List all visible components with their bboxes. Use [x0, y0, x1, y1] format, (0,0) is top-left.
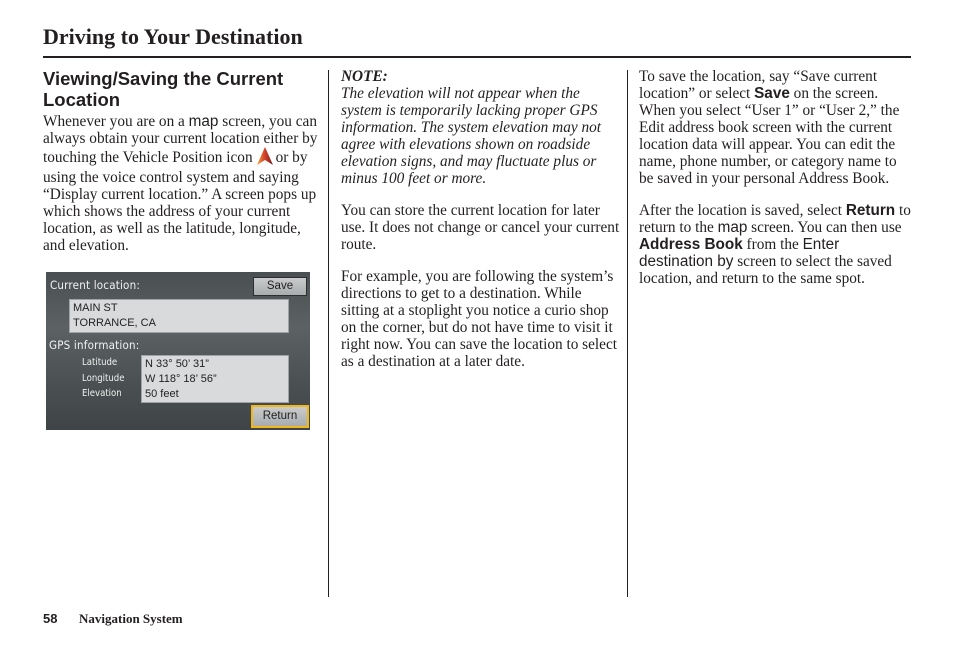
note: NOTE: The elevation will not appear when…	[341, 68, 621, 187]
address-line-1: MAIN ST	[73, 302, 118, 314]
column-divider	[328, 70, 329, 597]
text: from the	[742, 236, 803, 253]
intro-paragraph: Whenever you are on a map screen, you ca…	[43, 113, 318, 254]
gps-values-box: N 33° 50’ 31” W 118° 18’ 56” 50 feet	[141, 355, 289, 403]
elevation-value: 50 feet	[145, 388, 179, 400]
footer-section: Navigation System	[79, 611, 183, 626]
vehicle-position-icon	[256, 147, 273, 169]
elevation-label: Elevation	[82, 388, 122, 399]
save-button[interactable]: Save	[253, 277, 307, 296]
return-term: Return	[845, 202, 896, 219]
paragraph: For example, you are following the syste…	[341, 268, 617, 370]
text: screen. You can then use	[747, 219, 902, 236]
text: After the location is saved, select	[639, 202, 846, 219]
paragraph: After the location is saved, select Retu…	[639, 202, 911, 287]
paragraph: You can store the current location for l…	[341, 202, 620, 253]
address-book-term: Address Book	[639, 236, 743, 253]
column-1: Viewing/Saving the Current Location When…	[43, 68, 318, 269]
text: Whenever you are on a	[43, 113, 189, 130]
section-title: Viewing/Saving the Current Location	[43, 68, 284, 110]
longitude-value: W 118° 18’ 56”	[145, 373, 217, 385]
map-term: map	[188, 113, 219, 130]
map-term: map	[717, 219, 748, 236]
longitude-label: Longitude	[82, 373, 125, 384]
title-rule	[43, 56, 911, 58]
latitude-value: N 33° 50’ 31”	[145, 358, 209, 370]
page-title: Driving to Your Destination	[43, 24, 303, 49]
latitude-label: Latitude	[82, 357, 118, 368]
column-divider	[627, 70, 628, 597]
gps-information-label: GPS information:	[49, 338, 140, 352]
column-3: To save the location, say “Save current …	[639, 68, 911, 302]
column-2: NOTE: The elevation will not appear when…	[341, 68, 621, 385]
note-body: The elevation will not appear when the s…	[341, 85, 602, 187]
paragraph: To save the location, say “Save current …	[639, 68, 911, 187]
address-box: MAIN ST TORRANCE, CA	[69, 299, 289, 333]
address-line-2: TORRANCE, CA	[73, 317, 156, 329]
save-term: Save	[754, 85, 790, 102]
note-label: NOTE:	[341, 68, 388, 85]
return-button[interactable]: Return	[251, 405, 309, 428]
current-location-label: Current location:	[50, 278, 141, 292]
current-location-screen: Current location: Save MAIN ST TORRANCE,…	[46, 272, 310, 430]
page-number: 58	[43, 611, 58, 626]
